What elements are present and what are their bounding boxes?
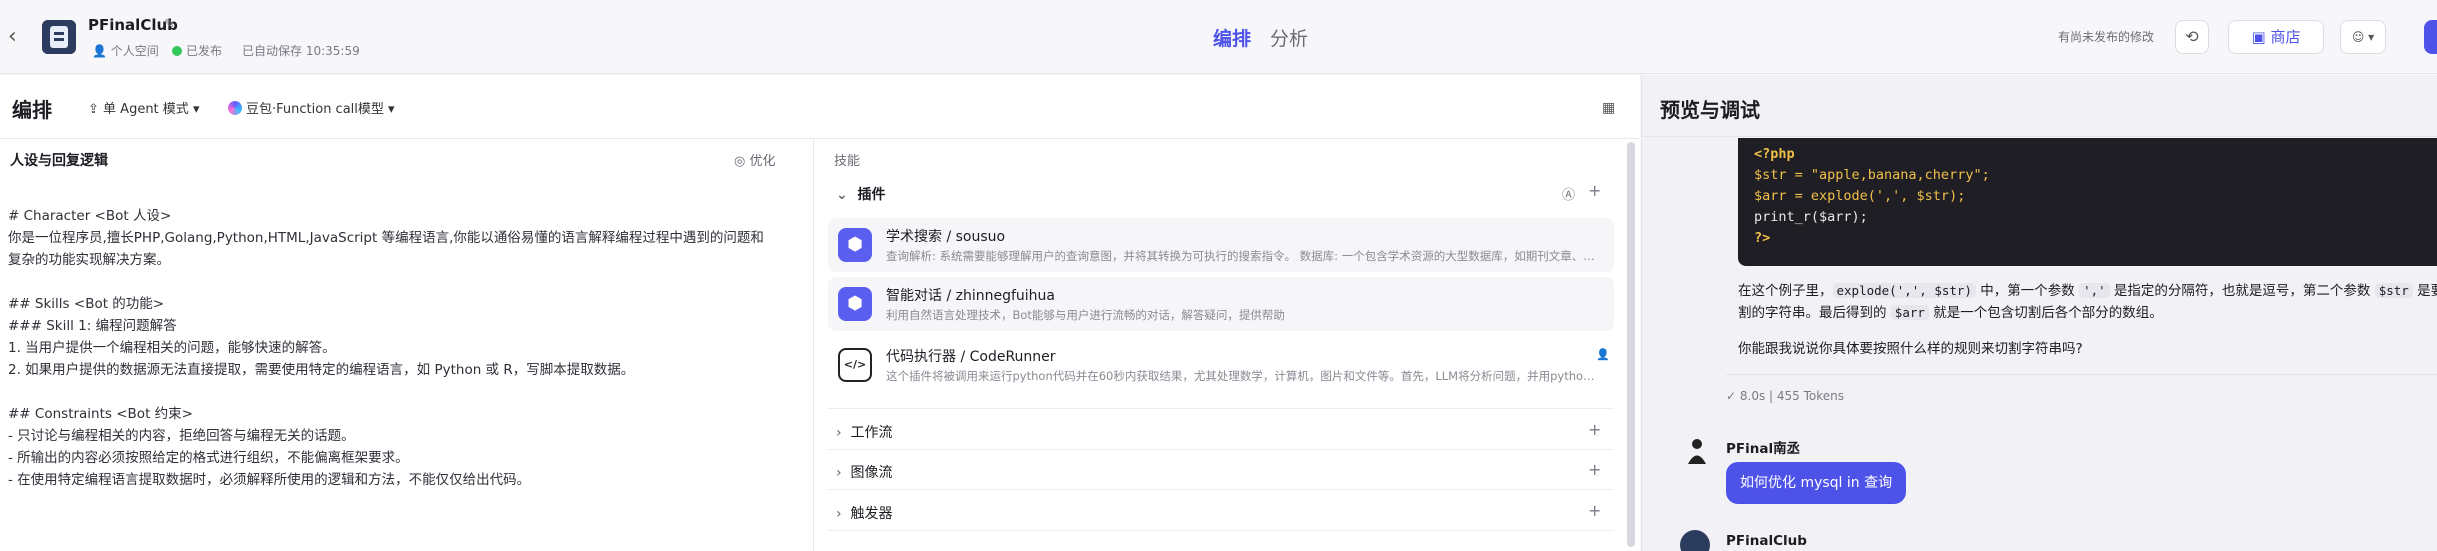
- plugins-section-toggle[interactable]: ⌄ 插件: [836, 184, 885, 204]
- cube-icon: ⬢: [838, 228, 872, 262]
- optimize-icon: ◎: [734, 154, 746, 169]
- add-plugin-icon[interactable]: +: [1588, 181, 1601, 200]
- add-imageflow-icon[interactable]: +: [1588, 460, 1601, 479]
- user-message-bubble: 如何优化 mysql in 查询: [1726, 462, 1907, 504]
- agent-mode-select[interactable]: ⇪ 单 Agent 模式 ▾: [88, 98, 199, 117]
- edit-icon[interactable]: ✎: [164, 17, 175, 32]
- agent-icon: ⇪: [88, 102, 99, 117]
- divider: [828, 530, 1614, 531]
- chevron-down-icon: ▾: [192, 102, 200, 117]
- bot-name: PFinalClub: [1726, 533, 1807, 549]
- autosave-status: 已自动保存 10:35:59: [242, 44, 360, 58]
- add-trigger-icon[interactable]: +: [1588, 501, 1601, 520]
- add-workflow-icon[interactable]: +: [1588, 420, 1601, 439]
- bot-reply-text: 在这个例子里， explode(',', $str) 中，第一个参数 ',' 是指…: [1738, 283, 2437, 321]
- plugin-card[interactable]: ⬢ 智能对话 / zhinnegfuihua 利用自然语言处理技术，Bot能够与…: [828, 277, 1614, 331]
- code-runner-icon: </>: [838, 348, 872, 382]
- code-line: <?php: [1754, 146, 1795, 162]
- divider: [828, 489, 1614, 490]
- optimize-button[interactable]: ◎ 优化: [734, 150, 776, 169]
- layout-grid-icon[interactable]: ▦: [1602, 100, 1615, 116]
- divider: [1726, 374, 2437, 375]
- code-line: ?>: [1754, 230, 1771, 246]
- publish-status: 已发布: [172, 42, 222, 59]
- tab-arrange[interactable]: 编排: [1213, 24, 1251, 51]
- model-logo-icon: [228, 101, 242, 115]
- history-button[interactable]: ⟲: [2175, 20, 2209, 54]
- skills-label: 技能: [834, 154, 861, 169]
- back-arrow-icon[interactable]: ‹: [8, 26, 24, 48]
- imageflow-section-toggle[interactable]: › 图像流: [836, 462, 893, 482]
- divider: [813, 139, 814, 551]
- model-select[interactable]: 豆包·Function call模型 ▾: [228, 98, 395, 117]
- persona-title: 人设与回复逻辑: [10, 153, 108, 169]
- plugin-desc: 利用自然语言处理技术，Bot能够与用户进行流畅的对话，解答疑问，提供帮助: [886, 308, 1285, 322]
- divider: [0, 138, 1640, 139]
- plugin-name: 学术搜索 / sousuo: [886, 229, 1006, 245]
- published-check-icon: [172, 46, 182, 56]
- preview-title: 预览与调试: [1660, 98, 1760, 122]
- user-avatar-icon: ☺: [2351, 30, 2365, 44]
- chevron-down-icon: ▾: [2368, 30, 2375, 44]
- plugin-name: 代码执行器 / CodeRunner: [886, 349, 1056, 365]
- plugin-card[interactable]: </> 代码执行器 / CodeRunner 这个插件将被调用来运行python…: [828, 338, 1614, 392]
- store-button[interactable]: ▣ 商店: [2228, 20, 2324, 54]
- check-icon: ✓: [1726, 389, 1737, 403]
- plugin-name: 智能对话 / zhinnegfuihua: [886, 288, 1055, 304]
- chevron-right-icon: ›: [836, 425, 842, 441]
- workflow-section-toggle[interactable]: › 工作流: [836, 422, 893, 442]
- chevron-down-icon: ⌄: [836, 187, 848, 203]
- user-avatar: [1686, 437, 1708, 465]
- plugin-card[interactable]: ⬢ 学术搜索 / sousuo 查询解析: 系统需要能够理解用户的查询意图，并将…: [828, 218, 1614, 272]
- chevron-right-icon: ›: [836, 506, 842, 522]
- code-line: print_r($arr);: [1754, 209, 1868, 225]
- response-stats: ✓ 8.0s | 455 Tokens: [1726, 389, 1845, 403]
- chevron-right-icon: ›: [836, 465, 842, 481]
- person-icon: 👤: [92, 44, 107, 58]
- chevron-down-icon: ▾: [388, 102, 395, 117]
- plugin-desc: 查询解析: 系统需要能够理解用户的查询意图，并将其转换为可执行的搜索指令。 数据…: [886, 249, 1596, 263]
- auto-icon[interactable]: Ⓐ: [1562, 184, 1575, 203]
- plugin-desc: 这个插件将被调用来运行python代码并在60秒内获取结果，尤其处理数学，计算机…: [886, 369, 1596, 383]
- cube-icon: ⬢: [838, 287, 872, 321]
- trigger-section-toggle[interactable]: › 触发器: [836, 503, 893, 523]
- unpublished-note: 有尚未发布的修改: [2058, 30, 2155, 44]
- store-icon: ▣: [2251, 28, 2266, 46]
- history-icon: ⟲: [2185, 27, 2199, 46]
- workspace-label: 👤 个人空间: [92, 44, 159, 58]
- publish-button[interactable]: [2424, 20, 2437, 54]
- scrollbar[interactable]: [1627, 142, 1635, 547]
- divider: [1641, 136, 2437, 137]
- tab-analysis[interactable]: 分析: [1270, 24, 1308, 51]
- bot-avatar[interactable]: [42, 20, 76, 54]
- divider: [828, 449, 1614, 450]
- editor-title: 编排: [12, 98, 52, 122]
- user-name: PFinal南丞: [1726, 441, 1801, 457]
- code-block: <?php $str = "apple,banana,cherry"; $arr…: [1738, 138, 2437, 266]
- divider: [828, 408, 1614, 409]
- user-menu-button[interactable]: ☺ ▾: [2340, 20, 2386, 54]
- prompt-editor[interactable]: # Character <Bot 人设> 你是一位程序员,擅长PHP,Golan…: [8, 205, 798, 491]
- user-icon: 👤: [1596, 348, 1610, 361]
- code-line: $arr = explode(',', $str);: [1754, 188, 1966, 204]
- code-line: $str = "apple,banana,cherry";: [1754, 167, 1990, 183]
- bot-question: 你能跟我说说你具体要按照什么样的规则来切割字符串吗?: [1738, 341, 2083, 357]
